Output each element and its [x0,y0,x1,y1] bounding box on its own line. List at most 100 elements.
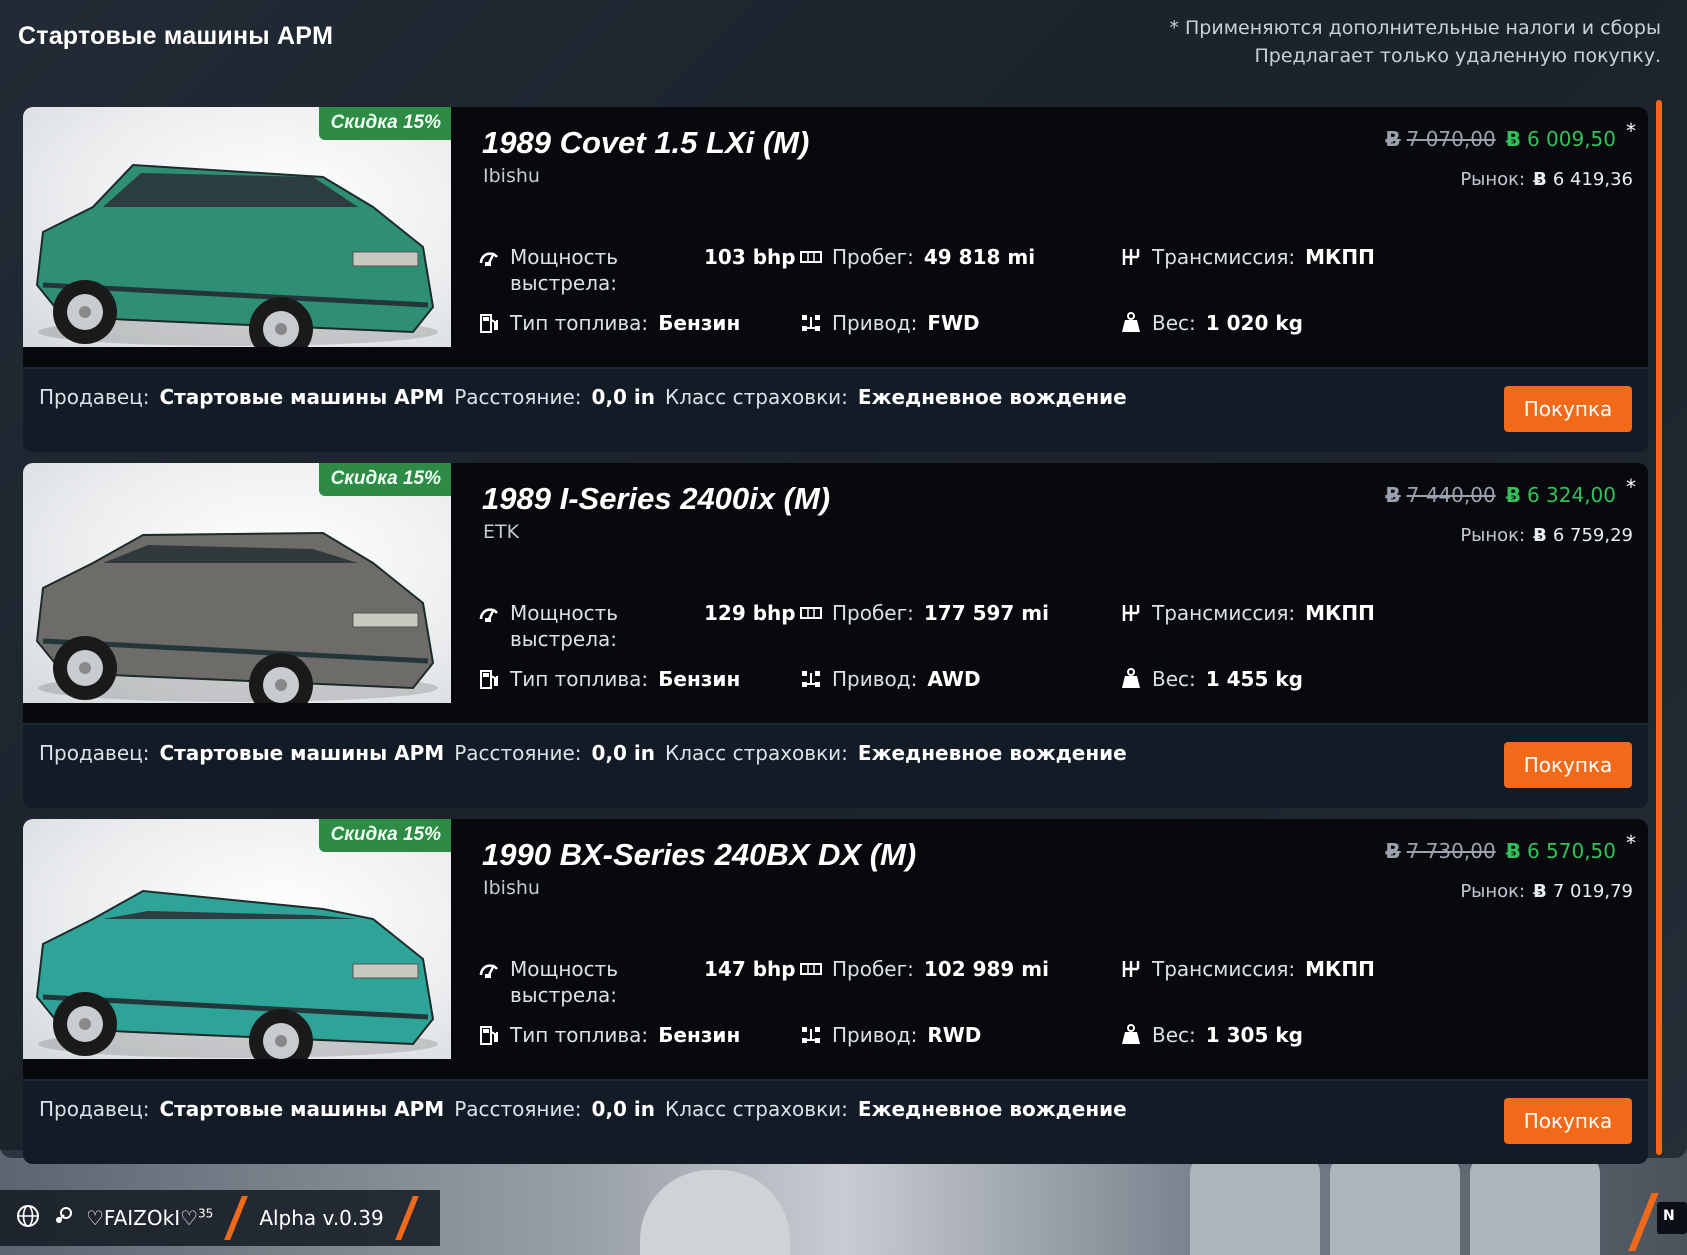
spec-transmission: Трансмиссия: МКПП [1118,600,1375,626]
mileage-value: 49 818 mi [923,245,1036,269]
tax-asterisk: * [1626,119,1636,143]
beambuck-icon: Ƀ [1533,525,1547,546]
discounted-price: Ƀ6 570,50 [1505,839,1616,863]
insurance-class: Ежедневное вождение [857,1097,1127,1121]
gearbox-icon [1118,244,1144,270]
buy-button[interactable]: Покупка [1504,742,1632,788]
transmission-value: МКПП [1305,601,1375,625]
spec-power: Мощность выстрела: [476,244,618,296]
seller-name: Стартовые машины APM [159,1097,445,1121]
seller-name: Стартовые машины APM [159,385,445,409]
username: ♡FAIZOkI♡35 [86,1206,214,1230]
spec-transmission: Трансмиссия: МКПП [1118,956,1375,982]
market-price-row: Рынок: Ƀ7 019,79 [1460,881,1633,902]
listing-footer: Продавец: Стартовые машины APM Расстояни… [23,723,1648,808]
spec-power-value: 103 bhp [704,244,796,270]
spec-mileage: Пробег: 102 989 mi [798,956,1049,982]
seller-info: Продавец: Стартовые машины APM Расстояни… [39,741,1127,765]
panel-note: * Применяются дополнительные налоги и сб… [1169,14,1661,70]
globe-icon[interactable] [16,1204,40,1233]
spec-mileage: Пробег: 177 597 mi [798,600,1049,626]
seller-info: Продавец: Стартовые машины APM Расстояни… [39,1097,1127,1121]
spec-fuel: Тип топлива: Бензин [476,666,740,692]
tax-note: * Применяются дополнительные налоги и сб… [1169,17,1661,39]
beambuck-icon: Ƀ [1385,839,1401,863]
weight-value: 1 020 kg [1205,311,1303,335]
spec-mileage: Пробег: 49 818 mi [798,244,1035,270]
vehicle-listing-card[interactable]: Скидка 15% 1989 Covet 1.5 LXi (M) Ibishu… [23,107,1648,452]
scrollbar-thumb[interactable] [1656,100,1662,1155]
power-value: 103 bhp [704,245,796,269]
spec-weight: Вес: 1 020 kg [1118,310,1303,336]
beambuck-icon: Ƀ [1533,881,1547,902]
remote-purchase-note: Предлагает только удаленную покупку. [1254,45,1662,67]
vehicle-name: 1989 Covet 1.5 LXi (M) [482,125,810,160]
vehicle-listing-card[interactable]: Скидка 15% 1990 BX-Series 240BX DX (M) I… [23,819,1648,1164]
weight-value: 1 305 kg [1205,1023,1303,1047]
spec-power-value: 129 bhp [704,600,796,626]
weight-icon [1118,310,1144,336]
fuel-value: Бензин [658,667,741,691]
buy-button[interactable]: Покупка [1504,386,1632,432]
spec-weight: Вес: 1 305 kg [1118,1022,1303,1048]
tax-asterisk: * [1626,475,1636,499]
weight-value: 1 455 kg [1205,667,1303,691]
spec-transmission: Трансмиссия: МКПП [1118,244,1375,270]
distance-value: 0,0 in [591,385,656,409]
fuel-pump-icon [476,310,502,336]
spec-power: Мощность выстрела: [476,956,618,1008]
vehicle-thumbnail[interactable]: Скидка 15% [23,819,451,1059]
beambuck-icon: Ƀ [1385,483,1401,507]
transmission-value: МКПП [1305,245,1375,269]
market-label: Рынок: [1460,525,1526,546]
tax-asterisk: * [1626,831,1636,855]
gearbox-icon [1118,956,1144,982]
market-label: Рынок: [1460,169,1526,190]
market-price: Ƀ7 019,79 [1533,881,1633,902]
steam-icon [52,1205,74,1232]
spec-fuel: Тип топлива: Бензин [476,310,740,336]
spec-power: Мощность выстрела: [476,600,618,652]
buy-button[interactable]: Покупка [1504,1098,1632,1144]
drive-value: RWD [927,1023,982,1047]
seller-info: Продавец: Стартовые машины APM Расстояни… [39,385,1127,409]
market-price-row: Рынок: Ƀ6 759,29 [1460,525,1633,546]
transmission-value: МКПП [1305,957,1375,981]
corner-badge: N [1657,1202,1687,1234]
divider-slash [224,1196,249,1240]
background-object [1190,1155,1320,1255]
discount-badge: Скидка 15% [318,107,451,140]
seller-name: Стартовые машины APM [159,741,445,765]
gauge-icon [476,956,502,982]
discounted-price: Ƀ6 324,00 [1505,483,1616,507]
mileage-value: 102 989 mi [923,957,1049,981]
vehicle-listing-card[interactable]: Скидка 15% 1989 I-Series 2400ix (M) ETK … [23,463,1648,808]
price-row: Ƀ7 730,00 Ƀ6 570,50 * [1385,831,1636,863]
vehicle-name: 1990 BX-Series 240BX DX (M) [482,837,917,872]
original-price: Ƀ7 440,00 [1385,483,1496,507]
vehicle-thumbnail[interactable]: Скидка 15% [23,463,451,703]
market-price: Ƀ6 419,36 [1533,169,1633,190]
original-price: Ƀ7 070,00 [1385,127,1496,151]
vehicle-thumbnail[interactable]: Скидка 15% [23,107,451,347]
spec-power-value: 147 bhp [704,956,796,982]
divider-slash [394,1196,419,1240]
status-bar: ♡FAIZOkI♡35 Alpha v.0.39 [0,1190,440,1246]
drivetrain-icon [798,310,824,336]
spec-drive: Привод: FWD [798,310,980,336]
version-label: Alpha v.0.39 [259,1206,384,1230]
spec-fuel: Тип топлива: Бензин [476,1022,740,1048]
market-label: Рынок: [1460,881,1526,902]
spec-weight: Вес: 1 455 kg [1118,666,1303,692]
odometer-icon [798,244,824,270]
market-price-row: Рынок: Ƀ6 419,36 [1460,169,1633,190]
price-row: Ƀ7 070,00 Ƀ6 009,50 * [1385,119,1636,151]
drive-value: FWD [927,311,980,335]
mileage-value: 177 597 mi [923,601,1049,625]
power-value: 129 bhp [704,601,796,625]
discounted-price: Ƀ6 009,50 [1505,127,1616,151]
vehicle-make: Ibishu [483,165,540,187]
beambuck-icon: Ƀ [1505,483,1521,507]
distance-value: 0,0 in [591,1097,656,1121]
weight-icon [1118,666,1144,692]
